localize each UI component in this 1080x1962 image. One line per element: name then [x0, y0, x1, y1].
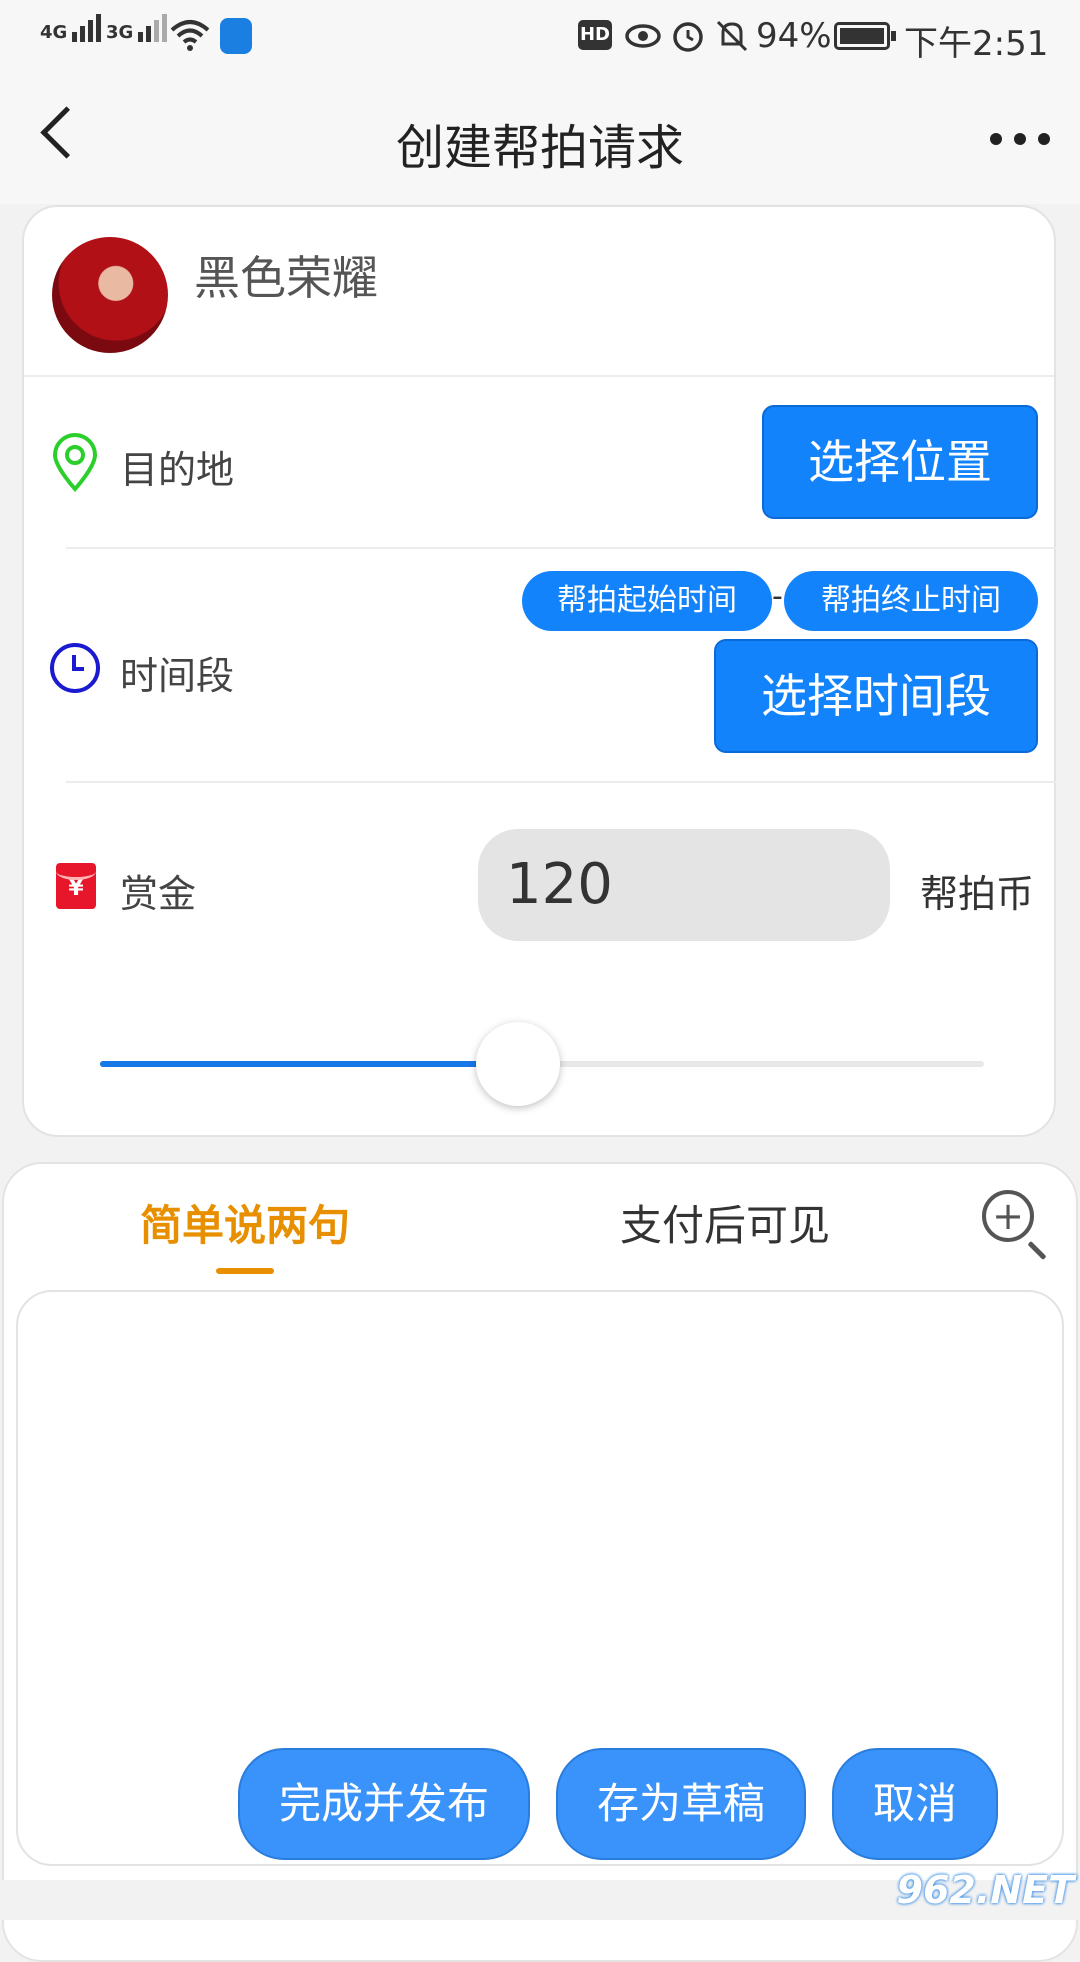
- divider: [24, 375, 1054, 377]
- red-packet-icon: ¥: [56, 863, 96, 909]
- page-title: 创建帮拍请求: [395, 120, 684, 176]
- reward-slider-fill: [100, 1061, 498, 1067]
- destination-label: 目的地: [120, 448, 235, 492]
- start-time-chip[interactable]: 帮拍起始时间: [522, 571, 772, 631]
- wifi-icon: [170, 18, 210, 60]
- request-form-card: 黑色荣耀 目的地 选择位置 帮拍起始时间 - 帮拍终止时间 时间段 选择时间段 …: [22, 205, 1056, 1137]
- shield-icon: [220, 18, 252, 54]
- reward-slider-thumb[interactable]: [475, 1022, 560, 1106]
- reward-label: 赏金: [120, 872, 197, 916]
- time-range-label: 时间段: [120, 654, 235, 698]
- divider: [66, 547, 1056, 549]
- clock-time: 下午2:51: [904, 24, 1049, 64]
- save-draft-button[interactable]: 存为草稿: [556, 1748, 806, 1860]
- eye-icon: [624, 20, 662, 54]
- watermark-logo: 962.NET: [896, 1868, 1074, 1912]
- publish-button[interactable]: 完成并发布: [238, 1748, 530, 1860]
- more-icon[interactable]: [978, 130, 1050, 149]
- signal-icon-2: 3G: [106, 14, 170, 43]
- divider: [66, 781, 1056, 783]
- tab-visible-after-payment[interactable]: 支付后可见: [620, 1192, 830, 1253]
- clock-icon: [48, 641, 102, 699]
- end-time-chip[interactable]: 帮拍终止时间: [784, 571, 1038, 631]
- select-time-range-button[interactable]: 选择时间段: [714, 639, 1038, 753]
- status-bar: 4G 3G HD 94% 下午2:51: [0, 0, 1080, 72]
- network-type-2: 3G: [106, 22, 134, 43]
- battery-icon: [834, 22, 896, 50]
- network-type-1: 4G: [40, 22, 68, 43]
- alarm-icon: [670, 18, 706, 58]
- mute-bell-icon: [714, 18, 750, 58]
- avatar[interactable]: [52, 237, 168, 353]
- hd-icon: HD: [578, 20, 612, 50]
- nav-bar: 创建帮拍请求: [0, 72, 1080, 204]
- battery-percent: 94%: [756, 16, 832, 56]
- tab-brief-description[interactable]: 简单说两句: [140, 1192, 350, 1253]
- signal-icon-1: 4G: [40, 14, 104, 43]
- active-tab-indicator: [216, 1268, 274, 1274]
- reward-amount-input[interactable]: 120: [478, 829, 890, 941]
- reward-unit: 帮拍币: [920, 872, 1035, 916]
- location-pin-icon: [50, 433, 100, 497]
- time-separator: -: [772, 579, 783, 614]
- cancel-button[interactable]: 取消: [832, 1748, 998, 1860]
- username: 黑色荣耀: [194, 251, 378, 305]
- zoom-in-icon[interactable]: +: [982, 1190, 1034, 1242]
- select-location-button[interactable]: 选择位置: [762, 405, 1038, 519]
